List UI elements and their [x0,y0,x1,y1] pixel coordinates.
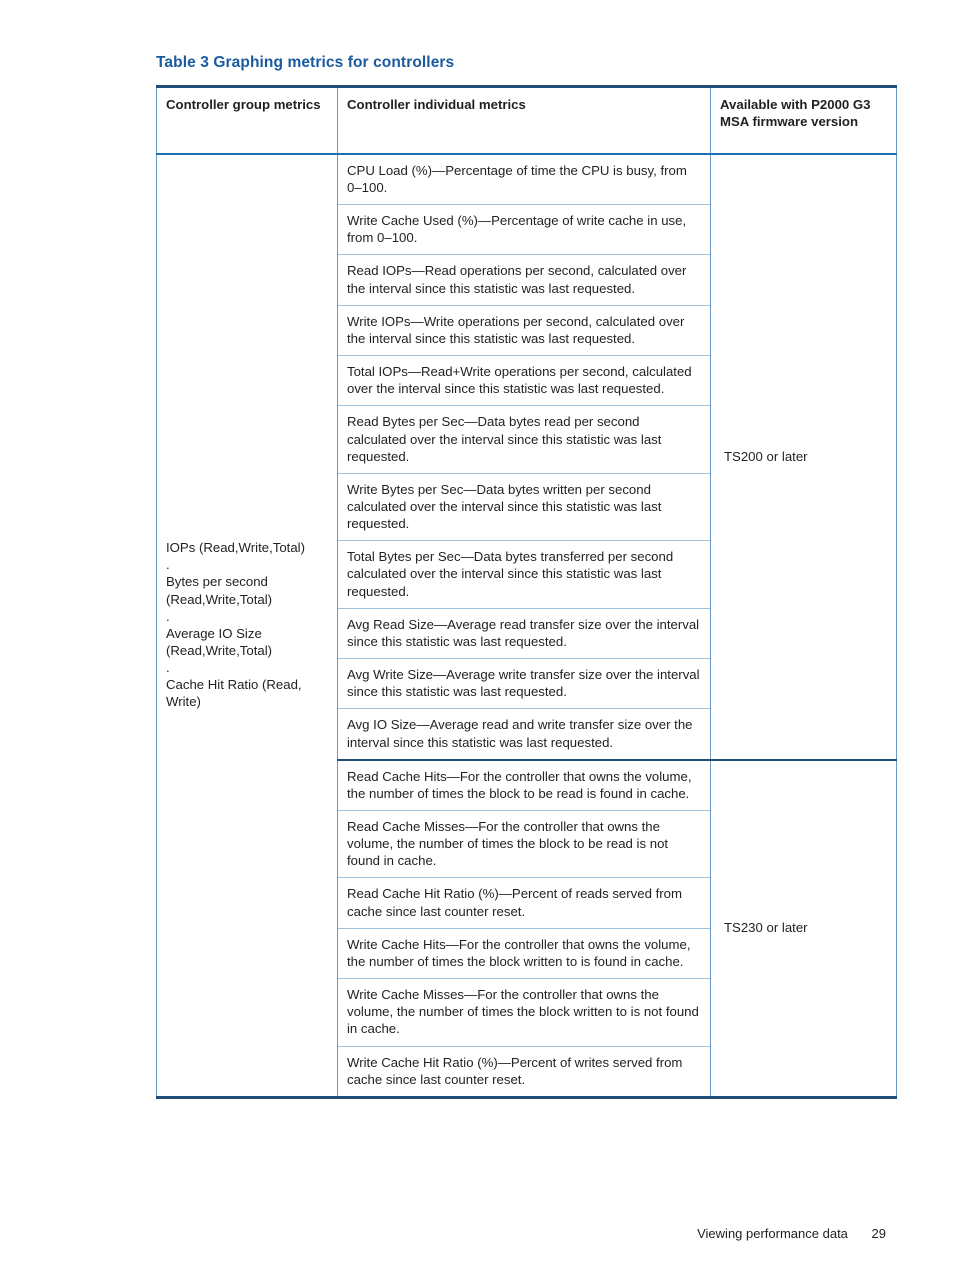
footer-section-title: Viewing performance data [697,1226,848,1241]
metric-description: Avg IO Size—Average read and write trans… [337,708,711,760]
list-item: Bytes per second [166,574,268,590]
metric-description: Write IOPs—Write operations per second, … [337,304,711,356]
table-caption: Table 3 Graphing metrics for controllers [156,54,455,71]
metric-description: Read Cache Hit Ratio (%)—Percent of read… [337,877,711,929]
graphing-metrics-table: Controller group metrics Controller indi… [156,85,897,1099]
metric-description: Read Cache Hits—For the controller that … [337,758,711,811]
table-body: IOPs (Read,Write,Total) . Bytes per seco… [156,153,897,1098]
list-item-continued: (Read,Write,Total) [166,591,273,607]
list-item: Cache Hit Ratio (Read, [166,677,302,693]
metric-description: Write Cache Used (%)—Percentage of write… [337,204,711,255]
metric-description: Write Cache Hit Ratio (%)—Percent of wri… [337,1045,711,1098]
metric-description: Read IOPs—Read operations per second, ca… [337,254,711,306]
metric-description: Total IOPs—Read+Write operations per sec… [337,355,711,406]
table-row: IOPs (Read,Write,Total) . Bytes per seco… [156,153,897,1098]
list-item-continued: Write) [166,694,201,710]
metric-description: CPU Load (%)—Percentage of time the CPU … [337,153,711,205]
footer-page-number: 29 [871,1226,886,1241]
list-separator: . [166,608,170,624]
table-header-row: Controller group metrics Controller indi… [156,86,897,155]
list-item-continued: (Read,Write,Total) [166,642,273,658]
table-head: Controller group metrics Controller indi… [156,86,897,155]
group-metrics-cell: IOPs (Read,Write,Total) . Bytes per seco… [156,153,338,1098]
metric-description: Avg Read Size—Average read transfer size… [337,607,711,659]
metric-description: Avg Write Size—Average write transfer si… [337,658,711,709]
page-footer: Viewing performance data 29 [697,1226,886,1241]
metric-description: Write Cache Misses—For the controller th… [337,978,711,1047]
list-item: IOPs (Read,Write,Total) [166,540,305,556]
column-header-controller-individual-metrics: Controller individual metrics [337,86,711,155]
firmware-version-ts200: TS200 or later [710,153,897,760]
metric-description: Write Bytes per Sec—Data bytes written p… [337,472,711,541]
document-page: Table 3 Graphing metrics for controllers… [0,0,954,1271]
list-item: Average IO Size [166,625,262,641]
group-metrics-list: IOPs (Read,Write,Total) . Bytes per seco… [166,539,331,710]
list-separator: . [166,660,170,676]
firmware-version-ts230: TS230 or later [710,758,897,1098]
metric-description: Write Cache Hits—For the controller that… [337,927,711,979]
metric-description: Read Bytes per Sec—Data bytes read per s… [337,405,711,474]
column-header-firmware-version: Available with P2000 G3 MSA firmware ver… [710,86,897,155]
metric-description: Read Cache Misses—For the controller tha… [337,809,711,878]
column-header-controller-group-metrics: Controller group metrics [156,86,338,155]
list-separator: . [166,557,170,573]
metric-description: Total Bytes per Sec—Data bytes transferr… [337,540,711,609]
